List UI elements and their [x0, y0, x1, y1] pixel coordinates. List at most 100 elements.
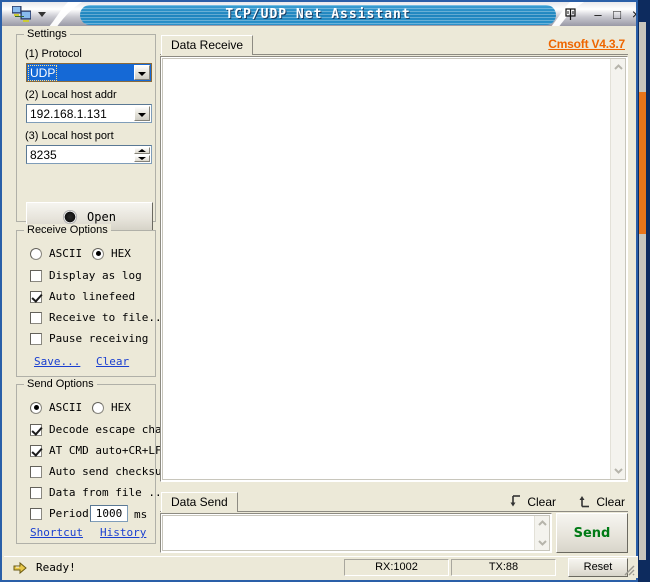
- receive-tabstrip: Data Receive Cmsoft V4.3.7: [160, 34, 628, 55]
- arrow-up-clear-icon: [578, 494, 593, 509]
- maximize-button[interactable]: □: [609, 6, 625, 23]
- radio-icon: [92, 402, 104, 414]
- send-options-group: Send Options ASCII HEX Decode escape cha…: [16, 384, 156, 544]
- data-send-textarea[interactable]: [160, 513, 552, 553]
- tx-counter: TX:88: [451, 559, 556, 576]
- protocol-dropdown-arrow-icon[interactable]: [134, 65, 150, 80]
- local-host-port-spinner[interactable]: 8235: [26, 145, 152, 164]
- close-button[interactable]: ×: [628, 6, 638, 23]
- send-ascii-radio[interactable]: ASCII: [30, 401, 82, 414]
- window-title: TCP/UDP Net Assistant: [80, 7, 556, 22]
- network-computers-icon[interactable]: [12, 6, 31, 24]
- local-host-addr-combobox[interactable]: 192.168.1.131: [26, 104, 152, 123]
- receive-option-label: Receive to file...: [49, 311, 168, 324]
- local-host-addr-value: 192.168.1.131: [30, 107, 107, 121]
- arrow-down-clear-icon: [509, 494, 524, 509]
- checkbox-icon: [30, 487, 42, 499]
- send-data-from-file-checkbox[interactable]: Data from file ...: [30, 486, 168, 499]
- receive-display-as-log-checkbox[interactable]: Display as log: [30, 269, 142, 282]
- application-window: TCP/UDP Net Assistant – □ × Settings (1)…: [0, 0, 638, 582]
- protocol-label: (1) Protocol: [25, 48, 82, 60]
- data-receive-scrollbar[interactable]: [610, 59, 625, 479]
- receive-options-group-title: Receive Options: [24, 224, 111, 236]
- send-button[interactable]: Send: [556, 513, 628, 553]
- title-pill: TCP/UDP Net Assistant: [80, 5, 556, 25]
- chevron-up-icon[interactable]: [614, 63, 623, 72]
- chevron-up-icon[interactable]: [538, 519, 547, 528]
- data-receive-textarea[interactable]: [160, 56, 628, 482]
- reset-button[interactable]: Reset: [568, 558, 628, 577]
- receive-option-label: Display as log: [49, 269, 142, 282]
- checkbox-icon: [30, 466, 42, 478]
- checkbox-icon: [30, 424, 42, 436]
- titlebar-swoosh-left: [48, 2, 82, 26]
- receive-to-file-checkbox[interactable]: Receive to file...: [30, 311, 168, 324]
- spin-up-icon[interactable]: [134, 147, 150, 154]
- send-hex-label: HEX: [111, 401, 131, 414]
- rx-counter: RX:1002: [344, 559, 449, 576]
- send-option-label: Auto send checksum: [49, 465, 168, 478]
- protocol-combobox[interactable]: UDP: [26, 63, 152, 82]
- receive-ascii-label: ASCII: [49, 247, 82, 260]
- receive-auto-linefeed-checkbox[interactable]: Auto linefeed: [30, 290, 135, 303]
- send-shortcut-link[interactable]: Shortcut: [30, 526, 83, 539]
- resize-grip-icon[interactable]: [622, 563, 636, 577]
- desktop-scrollbar-thumb[interactable]: [639, 92, 646, 234]
- radio-icon: [30, 402, 42, 414]
- send-period-checkbox[interactable]: Period: [30, 507, 89, 520]
- checkbox-icon: [30, 333, 42, 345]
- receive-hex-radio[interactable]: HEX: [92, 247, 131, 260]
- chevron-down-icon[interactable]: [38, 12, 46, 17]
- chevron-down-icon[interactable]: [614, 466, 623, 475]
- window-body: Settings (1) Protocol UDP (2) Local host…: [0, 26, 638, 582]
- data-send-panel: Data Send Clear Clear: [160, 491, 628, 553]
- send-period-unit: ms: [134, 508, 147, 521]
- clear-receive-button[interactable]: Clear: [509, 494, 556, 509]
- chevron-down-icon[interactable]: [538, 538, 547, 547]
- receive-pause-checkbox[interactable]: Pause receiving: [30, 332, 148, 345]
- tab-data-send[interactable]: Data Send: [161, 492, 238, 512]
- checkbox-icon: [30, 445, 42, 457]
- tab-data-receive[interactable]: Data Receive: [161, 35, 253, 55]
- radio-icon: [92, 248, 104, 260]
- send-auto-checksum-checkbox[interactable]: Auto send checksum: [30, 465, 168, 478]
- send-option-label: AT CMD auto+CR+LF: [49, 444, 162, 457]
- desktop-scrollbar[interactable]: [638, 0, 650, 582]
- pushpin-icon[interactable]: [563, 7, 578, 22]
- title-bar: TCP/UDP Net Assistant – □ ×: [0, 0, 638, 26]
- send-period-input[interactable]: 1000: [90, 505, 128, 522]
- receive-options-group: Receive Options ASCII HEX Display as log…: [16, 230, 156, 377]
- send-hex-radio[interactable]: HEX: [92, 401, 131, 414]
- send-at-cmd-crlf-checkbox[interactable]: AT CMD auto+CR+LF: [30, 444, 162, 457]
- protocol-value: UDP: [29, 66, 56, 80]
- data-send-scrollbar[interactable]: [534, 516, 549, 550]
- clear-send-button[interactable]: Clear: [578, 494, 625, 509]
- radio-icon: [30, 248, 42, 260]
- local-host-addr-dropdown-arrow-icon[interactable]: [134, 106, 150, 121]
- spin-down-icon[interactable]: [134, 155, 150, 162]
- receive-option-label: Pause receiving: [49, 332, 148, 345]
- send-tabstrip: Data Send Clear Clear: [160, 491, 628, 512]
- receive-ascii-radio[interactable]: ASCII: [30, 247, 82, 260]
- send-history-link[interactable]: History: [100, 526, 146, 539]
- send-decode-escape-char-checkbox[interactable]: Decode escape char: [30, 423, 168, 436]
- receive-save-link[interactable]: Save...: [34, 355, 80, 368]
- local-host-port-value: 8235: [30, 148, 57, 162]
- open-button-label: Open: [87, 210, 116, 224]
- send-ascii-label: ASCII: [49, 401, 82, 414]
- checkbox-icon: [30, 291, 42, 303]
- send-option-label: Decode escape char: [49, 423, 168, 436]
- local-host-addr-label: (2) Local host addr: [25, 89, 117, 101]
- local-host-port-label: (3) Local host port: [25, 130, 114, 142]
- clear-receive-label: Clear: [527, 495, 556, 509]
- minimize-button[interactable]: –: [590, 6, 606, 23]
- local-host-port-spin-buttons[interactable]: [134, 147, 150, 162]
- receive-clear-link[interactable]: Clear: [96, 355, 129, 368]
- cmsoft-version-link[interactable]: Cmsoft V4.3.7: [548, 37, 625, 51]
- receive-option-label: Auto linefeed: [49, 290, 135, 303]
- checkbox-icon: [30, 270, 42, 282]
- send-option-label: Data from file ...: [49, 486, 168, 499]
- power-dot-icon: [63, 210, 77, 224]
- data-send-content[interactable]: [162, 515, 550, 551]
- data-receive-content[interactable]: [162, 58, 626, 480]
